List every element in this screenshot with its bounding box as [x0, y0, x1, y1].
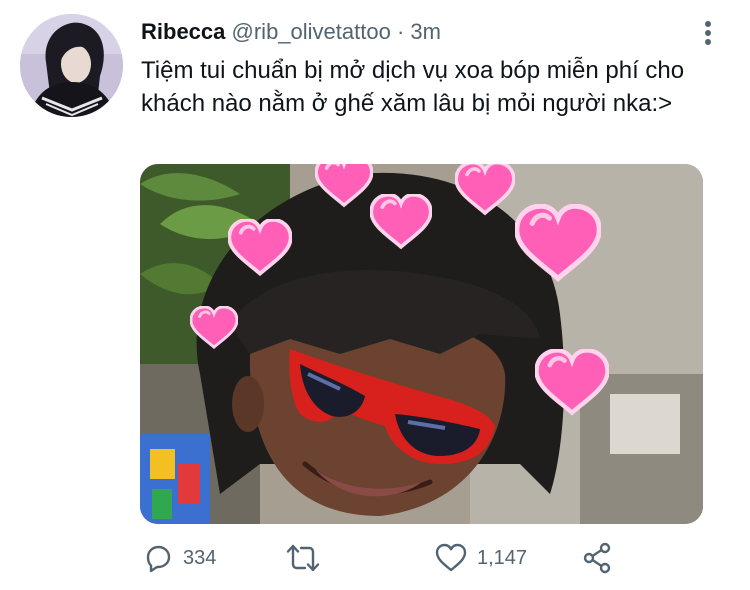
tweet-actions: 334 1,147 — [140, 538, 700, 578]
share-icon — [583, 542, 611, 574]
tweet: Ribecca @rib_olivetattoo · 3m Tiệm tui c… — [0, 0, 750, 590]
avatar[interactable] — [20, 14, 123, 117]
handle[interactable]: @rib_olivetattoo — [232, 19, 391, 44]
like-count: 1,147 — [477, 546, 528, 569]
reply-count: 334 — [183, 546, 217, 569]
reply-icon — [146, 545, 171, 573]
share-button[interactable] — [580, 538, 614, 578]
like-button[interactable]: 1,147 — [434, 538, 527, 578]
like-icon — [435, 543, 467, 572]
reply-button[interactable]: 334 — [142, 538, 216, 578]
tweet-header: Ribecca @rib_olivetattoo · 3m — [141, 18, 441, 46]
tweet-image[interactable] — [140, 164, 703, 524]
avatar-photo — [20, 14, 123, 117]
tweet-text: Tiệm tui chuẩn bị mở dịch vụ xoa bóp miễ… — [141, 57, 685, 117]
more-button[interactable] — [700, 20, 716, 46]
retweet-icon — [286, 544, 320, 572]
separator: · — [396, 19, 405, 44]
retweet-button[interactable] — [285, 538, 330, 578]
display-name[interactable]: Ribecca — [141, 19, 225, 44]
photo — [140, 164, 703, 524]
timestamp[interactable]: 3m — [410, 19, 441, 44]
more-icon — [705, 21, 711, 45]
